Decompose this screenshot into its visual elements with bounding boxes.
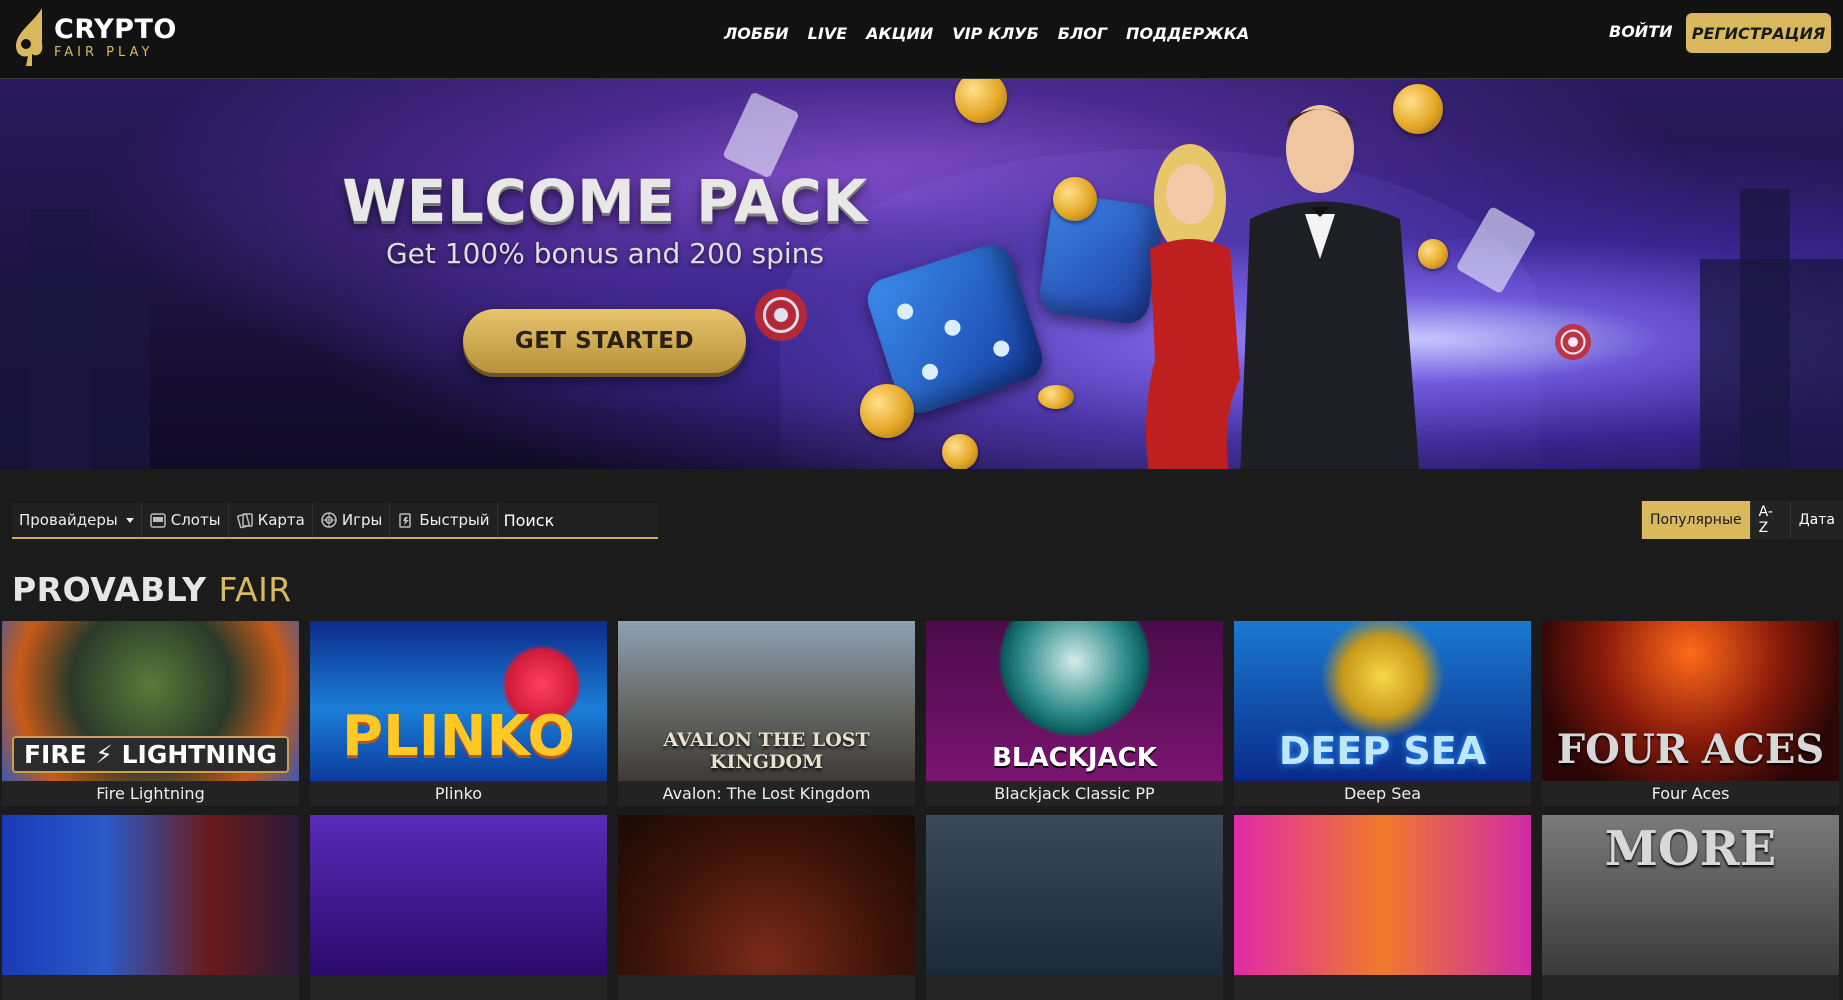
providers-dropdown[interactable]: Провайдеры: [12, 503, 142, 537]
section-title-gold: FAIR: [218, 570, 292, 609]
search-input[interactable]: [497, 503, 710, 537]
game-title: Blackjack Classic PP: [926, 782, 1223, 806]
game-thumbnail: [618, 815, 915, 975]
game-title: Avalon: The Lost Kingdom: [618, 782, 915, 806]
game-logo: FOUR ACES: [1556, 726, 1825, 773]
game-thumbnail: PLINKO: [310, 621, 607, 781]
filter-games-label: Игры: [341, 511, 383, 529]
main-nav: ЛОББИ LIVE АКЦИИ VIP КЛУБ БЛОГ ПОДДЕРЖКА: [724, 24, 1249, 43]
game-logo: DEEP SEA: [1278, 729, 1487, 773]
game-card[interactable]: [1234, 815, 1531, 1000]
game-card[interactable]: DEEP SEA Deep Sea: [1234, 621, 1531, 806]
game-thumbnail: AVALON THE LOST KINGDOM: [618, 621, 915, 781]
game-card[interactable]: FIRE ⚡ LIGHTNING Fire Lightning: [2, 621, 299, 806]
game-title: Fire Lightning: [2, 782, 299, 806]
coin-image: [1418, 239, 1448, 269]
promo-banner[interactable]: WELCOME PACK Get 100% bonus and 200 spin…: [0, 79, 1843, 469]
game-thumbnail: BLACKJACK: [926, 621, 1223, 781]
nav-lobby[interactable]: ЛОББИ: [724, 24, 789, 43]
game-logo: PLINKO: [342, 704, 575, 769]
nav-live[interactable]: LIVE: [808, 24, 847, 43]
game-thumbnail: [1234, 815, 1531, 975]
sort-popular[interactable]: Популярные: [1641, 501, 1750, 539]
hero-title: WELCOME PACK: [342, 167, 868, 235]
filter-cards-label: Карта: [257, 511, 305, 529]
coin-image: [1038, 385, 1074, 409]
playing-card-image: [722, 91, 800, 179]
login-link[interactable]: ВОЙТИ: [1609, 22, 1673, 41]
section-title: PROVABLY FAIR: [12, 570, 292, 609]
more-games-label: MORE: [1604, 821, 1777, 877]
providers-label: Провайдеры: [19, 511, 118, 529]
game-thumbnail: DEEP SEA: [1234, 621, 1531, 781]
game-title: Four Aces: [1542, 782, 1839, 806]
game-thumbnail: FOUR ACES: [1542, 621, 1839, 781]
slot-machine-icon: [149, 511, 167, 529]
filter-slots[interactable]: Слоты: [142, 503, 229, 537]
roulette-icon: [320, 511, 338, 529]
game-title: Deep Sea: [1234, 782, 1531, 806]
game-thumbnail: [2, 815, 299, 975]
game-logo: BLACKJACK: [992, 743, 1157, 773]
coin-image: [860, 384, 914, 438]
game-card[interactable]: [2, 815, 299, 1000]
game-card[interactable]: FOUR ACES Four Aces: [1542, 621, 1839, 806]
get-started-button[interactable]: GET STARTED: [463, 309, 746, 373]
game-card[interactable]: [310, 815, 607, 1000]
game-thumbnail: [926, 815, 1223, 975]
filter-slots-label: Слоты: [170, 511, 221, 529]
game-logo: FIRE ⚡ LIGHTNING: [11, 736, 290, 773]
game-card[interactable]: [618, 815, 915, 1000]
coin-image: [1053, 177, 1097, 221]
sort-a-z[interactable]: A-Z: [1749, 501, 1790, 539]
game-card[interactable]: AVALON THE LOST KINGDOM Avalon: The Lost…: [618, 621, 915, 806]
sort-tabs: Популярные A-Z Дата: [1641, 501, 1843, 539]
city-silhouette: [30, 209, 90, 469]
poker-chip-image: [755, 289, 807, 341]
poker-chip-image: [1555, 324, 1591, 360]
logo-title: CRYPTO: [54, 13, 177, 45]
sort-date[interactable]: Дата: [1789, 501, 1843, 539]
cards-icon: [236, 511, 254, 529]
game-card[interactable]: PLINKO Plinko: [310, 621, 607, 806]
game-thumbnail: [310, 815, 607, 975]
nav-support[interactable]: ПОДДЕРЖКА: [1126, 24, 1249, 43]
register-button[interactable]: РЕГИСТРАЦИЯ: [1686, 13, 1831, 53]
coin-image: [1393, 84, 1443, 134]
filter-games[interactable]: Игры: [313, 503, 391, 537]
fast-game-icon: [397, 511, 415, 529]
game-card[interactable]: BLACKJACK Blackjack Classic PP: [926, 621, 1223, 806]
site-logo[interactable]: CRYPTO FAIR PLAY: [12, 6, 177, 68]
nav-blog[interactable]: БЛОГ: [1058, 24, 1107, 43]
filter-cards[interactable]: Карта: [229, 503, 313, 537]
logo-subtitle: FAIR PLAY: [54, 44, 154, 60]
coin-image: [955, 79, 1007, 123]
caret-down-icon: [125, 517, 134, 523]
section-title-white: PROVABLY: [12, 570, 207, 609]
game-thumbnail: FIRE ⚡ LIGHTNING: [2, 621, 299, 781]
city-silhouette: [1740, 189, 1790, 469]
game-filter-bar: Провайдеры Слоты Карта Игры Быстрый: [12, 503, 710, 539]
more-games-card[interactable]: MORE: [1542, 815, 1839, 1000]
filter-fast-label: Быстрый: [419, 511, 490, 529]
hero-subtitle: Get 100% bonus and 200 spins: [385, 237, 825, 270]
game-thumbnail: MORE: [1542, 815, 1839, 975]
coin-image: [942, 434, 978, 469]
site-header: CRYPTO FAIR PLAY ЛОББИ LIVE АКЦИИ VIP КЛ…: [0, 0, 1843, 79]
spade-logo-icon: [16, 8, 43, 66]
nav-promotions[interactable]: АКЦИИ: [866, 24, 933, 43]
game-card[interactable]: [926, 815, 1223, 1000]
man-character-image: [1240, 105, 1420, 469]
filter-fast[interactable]: Быстрый: [390, 503, 498, 537]
game-title: Plinko: [310, 782, 607, 806]
nav-vip-club[interactable]: VIP КЛУБ: [952, 24, 1039, 43]
game-logo: AVALON THE LOST KINGDOM: [663, 729, 870, 773]
